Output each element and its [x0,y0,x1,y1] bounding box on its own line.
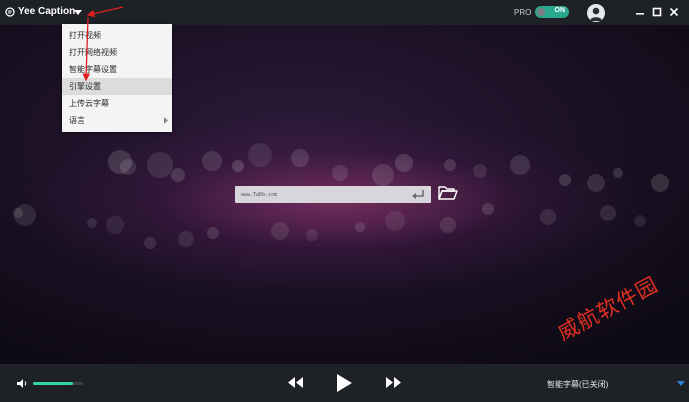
pro-toggle-text: ON [554,7,566,14]
menu-item-language[interactable]: 语言 [62,112,172,129]
fast-forward-icon[interactable] [386,377,401,388]
menu-item-engine-settings[interactable]: 引擎设置 [62,78,172,95]
avatar[interactable] [587,4,605,22]
enter-icon[interactable] [411,189,425,200]
logo-icon [5,7,15,17]
volume-level [33,382,73,385]
title-bar: Yee Caption PRO ON [0,0,689,25]
play-icon[interactable] [335,374,353,392]
user-icon [590,7,602,21]
caret-down-icon[interactable] [677,381,685,387]
close-icon[interactable] [668,6,680,18]
menu-item-upload-cloud-caption[interactable]: 上传云字幕 [62,95,172,112]
submenu-arrow-icon [164,117,168,124]
menu-item-smart-caption-settings[interactable]: 智能字幕设置 [62,61,172,78]
chevron-down-icon[interactable] [73,9,83,17]
toggle-knob [537,8,545,16]
volume-slider[interactable] [33,382,83,385]
player-controls: 智能字幕(已关闭) [0,364,689,402]
pro-label: PRO [514,8,532,17]
menu-item-open-video[interactable]: 打开视频 [62,27,172,44]
url-input[interactable] [241,189,401,200]
rewind-icon[interactable] [288,377,303,388]
url-field[interactable] [235,186,431,203]
main-menu-dropdown: 打开视频 打开网络视频 智能字幕设置 引擎设置 上传云字幕 语言 [62,24,172,132]
pro-toggle[interactable]: ON [535,6,569,18]
minimize-icon[interactable] [634,6,646,18]
smart-caption-status: 智能字幕(已关闭) [547,380,609,389]
app-title: Yee Caption [18,6,76,17]
maximize-icon[interactable] [651,6,663,18]
folder-open-icon[interactable] [438,185,458,201]
menu-item-open-network-video[interactable]: 打开网络视频 [62,44,172,61]
yee-caption-window: Yee Caption PRO ON www.TaDb.com 威航软件园 智能… [0,0,689,402]
volume-icon[interactable] [16,378,28,389]
